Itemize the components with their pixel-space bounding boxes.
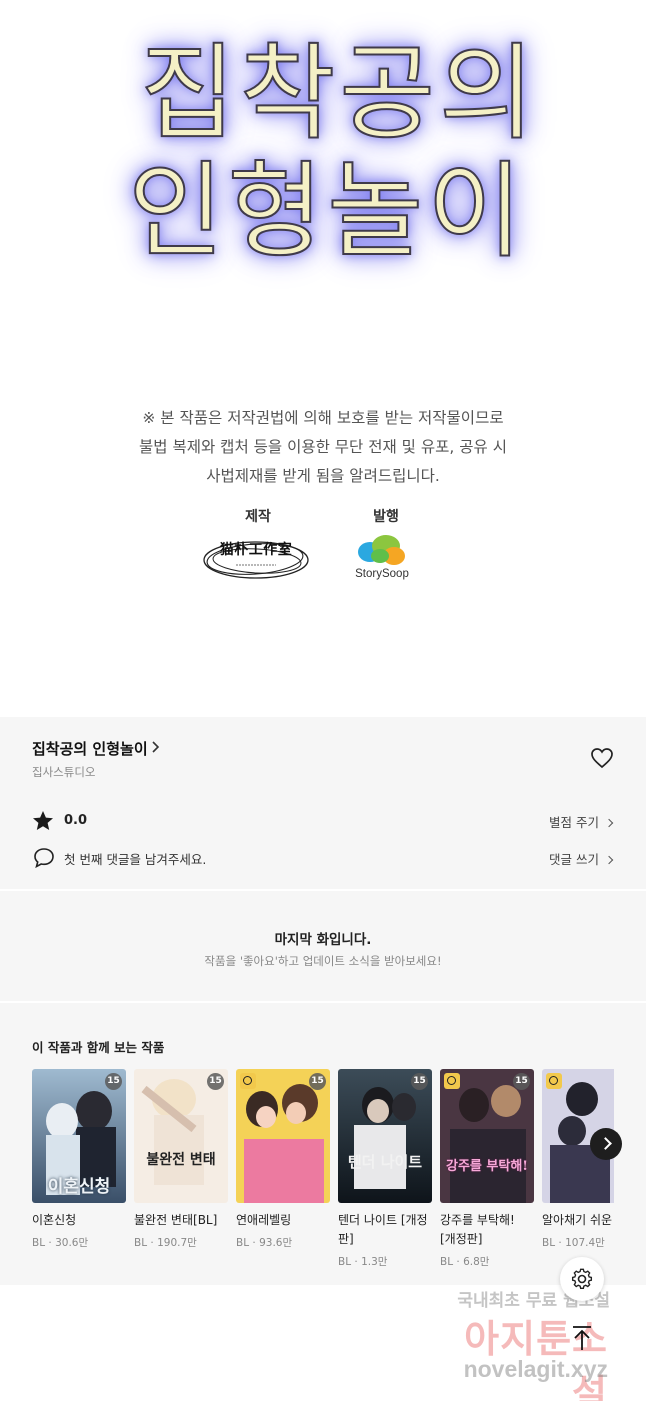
arrow-up-to-top-icon — [573, 1326, 591, 1350]
recommendations-carousel: 이혼신청 15 이혼신청 BL · 30.6만 불완전 변태 15 불완전 변태… — [32, 1069, 614, 1269]
star-icon — [33, 811, 53, 830]
settings-button[interactable] — [560, 1257, 604, 1301]
age-rating-badge: 15 — [513, 1073, 530, 1090]
rate-button-label: 별점 주기 — [549, 815, 599, 830]
write-comment-button[interactable]: 댓글 쓰기 — [549, 849, 614, 868]
last-episode-notice: 마지막 화입니다. 작품을 '좋아요'하고 업데이트 소식을 받아보세요! — [0, 891, 646, 1001]
wait-free-badge — [444, 1073, 460, 1089]
recommendation-title: 불완전 변태[BL] — [134, 1213, 218, 1227]
recommendation-title: 텐더 나이트 [개정판] — [338, 1213, 428, 1246]
recommendation-title: 이혼신청 — [32, 1213, 77, 1227]
carousel-next-button[interactable] — [590, 1128, 622, 1160]
recommendation-card[interactable]: 이혼신청 15 이혼신청 BL · 30.6만 — [32, 1069, 126, 1269]
recommendation-title: 연애레벨링 — [236, 1213, 292, 1227]
series-summary: 집착공의 인형놀이 집사스튜디오 0.0 별점 주기 첫 번째 댓글을 남겨주세… — [0, 717, 646, 889]
age-rating-badge: 15 — [105, 1073, 122, 1090]
recommendation-card[interactable]: 텐더 나이트 15 텐더 나이트 [개정판] BL · 1.3만 — [338, 1069, 432, 1269]
recommendations-heading: 이 작품과 함께 보는 작품 — [32, 1040, 165, 1055]
heart-outline-icon[interactable] — [590, 747, 614, 769]
last-episode-title: 마지막 화입니다. — [274, 932, 372, 948]
speech-bubble-icon — [34, 848, 54, 868]
publisher-logo: StorySoop — [350, 534, 414, 584]
recommendation-meta: BL · 6.8만 — [440, 1256, 490, 1268]
episode-artwork: 집착공의 인형놀이 — [0, 0, 646, 290]
rate-button[interactable]: 별점 주기 — [549, 812, 614, 831]
production-label: 제작 — [245, 509, 271, 525]
recommendation-title: 강주를 부탁해! [개정판] — [440, 1213, 515, 1246]
copyright-line: 불법 복제와 캡처 등을 이용한 무단 전재 및 유포, 공유 시 — [139, 438, 507, 456]
recommendation-meta: BL · 190.7만 — [134, 1237, 197, 1249]
recommendation-card[interactable]: 강주를 부탁해! 15 강주를 부탁해! [개정판] BL · 6.8만 — [440, 1069, 534, 1269]
recommendation-meta: BL · 93.6만 — [236, 1237, 293, 1249]
chevron-right-icon — [604, 818, 614, 828]
recommendation-meta: BL · 1.3만 — [338, 1256, 388, 1268]
wait-free-badge — [546, 1073, 562, 1089]
recommendation-cover: 이혼신청 15 — [32, 1069, 126, 1203]
cover-title: 강주를 부탁해! — [446, 1159, 528, 1174]
last-episode-subtitle: 작품을 '좋아요'하고 업데이트 소식을 받아보세요! — [204, 954, 442, 968]
recommendation-title: 알아채기 쉬운 — [542, 1213, 613, 1227]
recommendation-meta: BL · 107.4만 — [542, 1237, 605, 1249]
age-rating-badge: 15 — [411, 1073, 428, 1090]
recommendation-cover: 불완전 변태 15 — [134, 1069, 228, 1203]
age-rating-badge: 15 — [207, 1073, 224, 1090]
cover-title: 이혼신청 — [47, 1177, 111, 1197]
studio-logo-text: 猫朴工作室 — [219, 542, 293, 558]
recommendation-meta: BL · 30.6만 — [32, 1237, 89, 1249]
scroll-to-top-button[interactable] — [566, 1322, 598, 1354]
artwork-title-line2: 인형놀이 — [127, 149, 527, 273]
recommendation-cover: 15 — [236, 1069, 330, 1203]
copyright-line: 사법제재를 받게 됨을 알려드립니다. — [206, 467, 440, 485]
studio-logo: 猫朴工作室 — [200, 532, 312, 584]
recommendation-cover: 텐더 나이트 15 — [338, 1069, 432, 1203]
rating-value: 0.0 — [64, 813, 88, 828]
chevron-right-icon — [604, 855, 614, 865]
watermark-line3: novelagit.xyz — [463, 1356, 608, 1382]
recommendation-card[interactable]: 알아채기 쉬운 BL · 107.4만 — [542, 1069, 614, 1269]
publisher-label: 발행 — [373, 509, 399, 525]
copyright-line: ※ 본 작품은 저작권법에 의해 보호를 받는 저작물이므로 — [142, 409, 504, 427]
recommendation-card[interactable]: 불완전 변태 15 불완전 변태[BL] BL · 190.7만 — [134, 1069, 228, 1269]
cover-title: 불완전 변태 — [146, 1152, 216, 1168]
series-info-panel: 집착공의 인형놀이 집사스튜디오 0.0 별점 주기 첫 번째 댓글을 남겨주세… — [0, 717, 646, 1285]
publisher-logo-text: StorySoop — [355, 568, 409, 580]
gear-icon — [571, 1268, 593, 1290]
recommendation-card[interactable]: 15 연애레벨링 BL · 93.6만 — [236, 1069, 330, 1269]
cover-title: 텐더 나이트 — [347, 1153, 423, 1171]
age-rating-badge: 15 — [309, 1073, 326, 1090]
write-comment-label: 댓글 쓰기 — [549, 852, 599, 867]
recommendation-cover: 강주를 부탁해! 15 — [440, 1069, 534, 1203]
divider — [0, 1001, 646, 1003]
chevron-right-icon — [152, 741, 160, 753]
wait-free-badge — [240, 1073, 256, 1089]
series-author: 집사스튜디오 — [32, 765, 96, 779]
comment-prompt[interactable]: 첫 번째 댓글을 남겨주세요. — [64, 849, 206, 868]
series-title-link[interactable]: 집착공의 인형놀이 — [32, 738, 148, 759]
copyright-notice: ※ 본 작품은 저작권법에 의해 보호를 받는 저작물이므로 불법 복제와 캡처… — [0, 404, 646, 491]
